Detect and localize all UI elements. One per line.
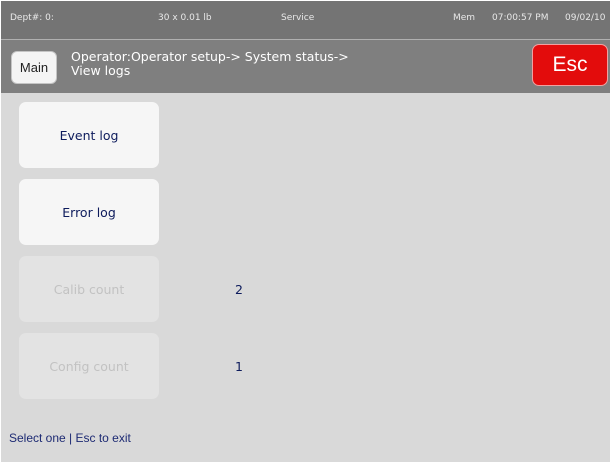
calib-count-value: 2	[235, 282, 243, 297]
calib-count-button: Calib count	[19, 256, 159, 322]
breadcrumb-current: View logs	[71, 63, 131, 78]
main-button[interactable]: Main	[11, 51, 57, 84]
event-log-button[interactable]: Event log	[19, 102, 159, 168]
config-count-button: Config count	[19, 333, 159, 399]
capacity-indicator: 30 x 0.01 lb	[158, 13, 212, 23]
title-bar: Main Operator:Operator setup-> System st…	[1, 40, 610, 93]
config-count-value: 1	[235, 359, 243, 374]
footer-hint: Select one | Esc to exit	[9, 431, 131, 445]
clock-date: 09/02/10	[565, 13, 606, 23]
esc-button[interactable]: Esc	[532, 44, 608, 86]
mode-indicator: Service	[281, 13, 315, 23]
breadcrumb: Operator:Operator setup-> System status-…	[71, 50, 451, 78]
error-log-button[interactable]: Error log	[19, 179, 159, 245]
status-bar: Dept#: 0: 30 x 0.01 lb Service Mem 07:00…	[1, 1, 610, 40]
breadcrumb-path: Operator:Operator setup-> System status-…	[71, 49, 349, 64]
scale-screen: Dept#: 0: 30 x 0.01 lb Service Mem 07:00…	[1, 1, 610, 462]
memory-indicator: Mem	[453, 13, 476, 23]
dept-indicator: Dept#: 0:	[10, 13, 54, 23]
clock-time: 07:00:57 PM	[492, 13, 549, 23]
